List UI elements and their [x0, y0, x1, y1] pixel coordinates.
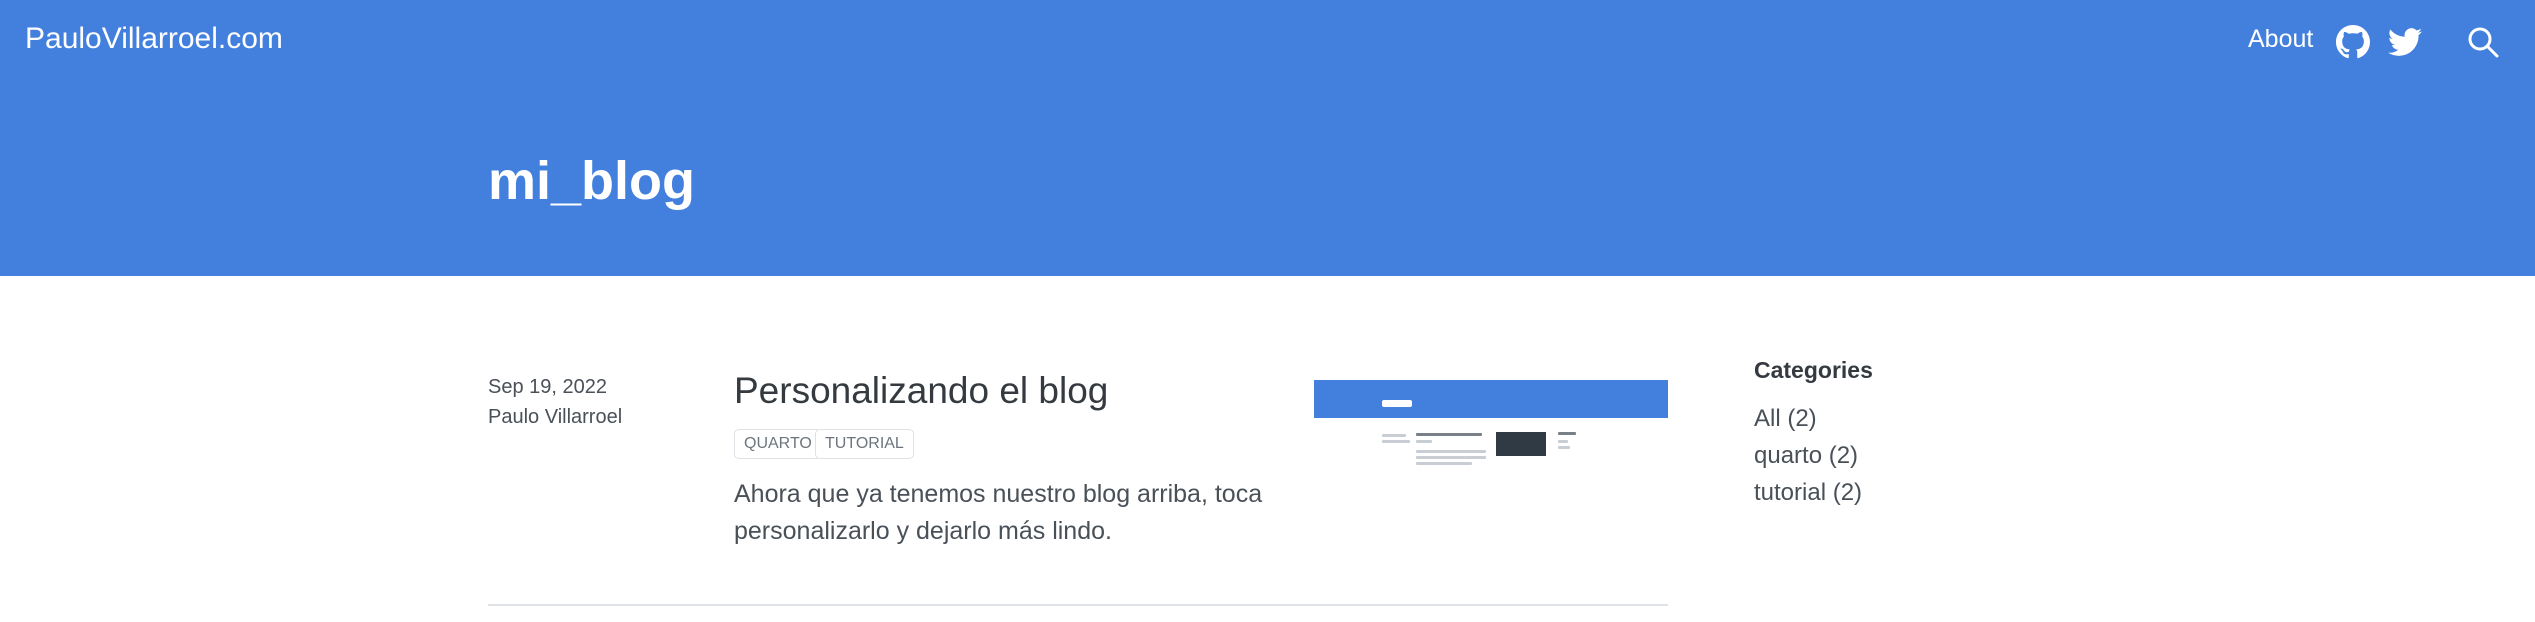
post-thumbnail[interactable] [1314, 380, 1668, 485]
category-tutorial[interactable]: tutorial (2) [1754, 479, 1862, 507]
tag-quarto[interactable]: QUARTO [734, 429, 822, 459]
thumbnail-line [1416, 450, 1486, 453]
tag-tutorial[interactable]: TUTORIAL [815, 429, 914, 459]
categories-heading: Categories [1754, 357, 1873, 383]
page-title: mi_blog [488, 151, 696, 211]
navbar: PauloVillarroel.com About [0, 0, 2535, 88]
category-quarto[interactable]: quarto (2) [1754, 442, 1858, 470]
thumbnail-line [1416, 440, 1432, 443]
thumbnail-title [1382, 400, 1412, 407]
listing-divider [488, 604, 1668, 606]
github-icon[interactable] [2336, 25, 2370, 59]
thumbnail-line [1382, 440, 1410, 443]
site-brand-link[interactable]: PauloVillarroel.com [25, 22, 283, 56]
thumbnail-line [1558, 440, 1568, 443]
thumbnail-line [1382, 434, 1406, 437]
hero-banner: mi_blog [0, 88, 2535, 276]
thumbnail-line [1558, 432, 1576, 435]
post-author: Paulo Villarroel [488, 406, 623, 428]
post-date: Sep 19, 2022 [488, 376, 607, 398]
thumbnail-header [1314, 380, 1668, 418]
nav-about-link[interactable]: About [2248, 25, 2313, 54]
search-icon[interactable] [2466, 25, 2500, 59]
thumbnail-line [1416, 462, 1472, 465]
post-description: Ahora que ya tenemos nuestro blog arriba… [734, 480, 1263, 545]
twitter-icon[interactable] [2388, 25, 2422, 59]
post-title-link[interactable]: Personalizando el blog [734, 370, 1108, 412]
thumbnail-line [1416, 456, 1486, 459]
thumbnail-image [1496, 432, 1546, 456]
thumbnail-line [1416, 433, 1482, 436]
thumbnail-line [1558, 446, 1570, 449]
category-all[interactable]: All (2) [1754, 405, 1817, 433]
